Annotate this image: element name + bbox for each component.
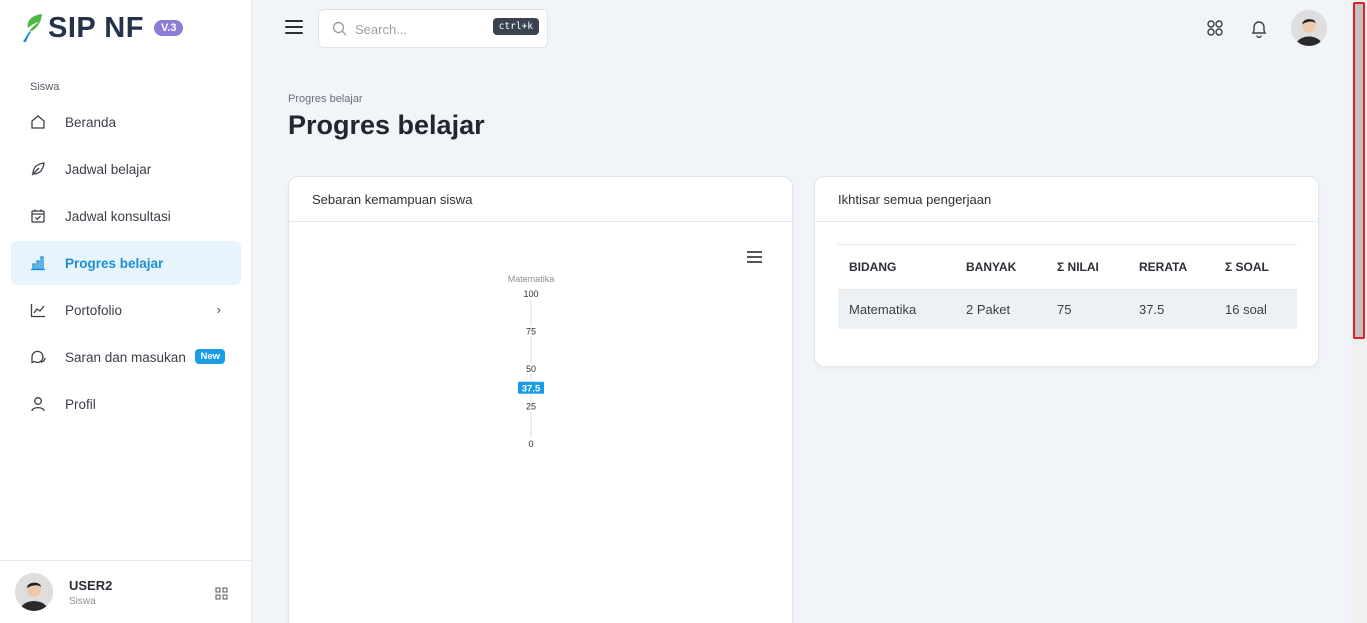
logo-text: SIP NF	[48, 11, 144, 44]
table-header-row: BIDANG BANYAK Σ NILAI RERATA Σ SOAL	[838, 244, 1297, 290]
column-header: BIDANG	[838, 244, 955, 290]
user-name: USER2	[69, 577, 113, 593]
sidebar-item-jadwal-belajar[interactable]: Jadwal belajar	[11, 147, 241, 191]
work-summary-card: Ikhtisar semua pengerjaan BIDANG BANYAK …	[814, 176, 1319, 367]
sidebar: SIP NF V.3 Siswa Beranda Jadwal belajar …	[0, 0, 252, 623]
app-logo[interactable]: SIP NF V.3	[22, 11, 184, 44]
new-badge: New	[195, 349, 225, 364]
sidebar-item-label: Portofolio	[65, 302, 123, 318]
sidebar-user-panel: USER2 Siswa	[0, 560, 252, 623]
search-shortcut-hint: ctrl+k	[492, 18, 539, 35]
sidebar-item-profil[interactable]: Profil	[11, 382, 241, 426]
table-cell: Matematika	[838, 289, 955, 329]
avatar-image	[15, 573, 53, 611]
column-header: Σ NILAI	[1046, 244, 1128, 290]
home-icon	[29, 113, 47, 131]
ability-distribution-card: Sebaran kemampuan siswa Matematika 100 75 5…	[288, 176, 793, 623]
calendar-check-icon	[29, 207, 47, 225]
table-cell: 16 soal	[1214, 289, 1297, 329]
leaf-icon	[29, 160, 47, 178]
sidebar-item-label: Saran dan masukan	[65, 349, 186, 365]
apps-grid-icon[interactable]	[1203, 16, 1227, 40]
tick-label: 100	[523, 289, 538, 299]
page-title: Progres belajar	[288, 110, 485, 140]
card-title: Ikhtisar semua pengerjaan	[815, 177, 1318, 222]
page-scrollbar[interactable]	[1351, 0, 1367, 623]
sidebar-nav: Beranda Jadwal belajar Jadwal konsultasi…	[11, 100, 241, 429]
table-cell: 2 Paket	[955, 289, 1046, 329]
sidebar-item-beranda[interactable]: Beranda	[11, 100, 241, 144]
sidebar-item-portofolio[interactable]: Portofolio ›	[11, 288, 241, 332]
avatar[interactable]	[1291, 10, 1327, 46]
breadcrumb: Progres belajar	[288, 93, 363, 105]
sidebar-item-saran-dan-masukan[interactable]: Saran dan masukan New	[11, 335, 241, 379]
search-icon	[332, 21, 347, 41]
sidebar-item-label: Jadwal konsultasi	[65, 208, 171, 224]
column-header: RERATA	[1128, 244, 1214, 290]
grid-settings-icon[interactable]	[215, 587, 228, 605]
column-header: Σ SOAL	[1214, 244, 1297, 290]
sidebar-item-label: Beranda	[65, 114, 117, 130]
tick-label: 0	[528, 439, 533, 449]
table-row: Matematika 2 Paket 75 37.5 16 soal	[838, 289, 1297, 329]
logo-leaf-icon	[23, 14, 42, 42]
avatar-image	[1291, 10, 1327, 46]
sidebar-section-label: Siswa	[30, 81, 60, 93]
menu-toggle-icon[interactable]	[285, 20, 303, 36]
chevron-right-icon: ›	[216, 302, 221, 317]
topbar-actions	[1203, 10, 1327, 46]
sidebar-item-progres-belajar[interactable]: Progres belajar	[11, 241, 241, 285]
sidebar-item-label: Progres belajar	[65, 255, 164, 271]
avatar[interactable]	[15, 573, 53, 611]
ability-chart: Matematika 100 75 50 25 0 37.5	[508, 274, 555, 449]
user-info: USER2 Siswa	[69, 578, 112, 607]
search-input[interactable]	[355, 19, 485, 39]
tick-label: 25	[526, 402, 536, 412]
bell-icon[interactable]	[1247, 16, 1271, 40]
data-label: 37.5	[522, 383, 541, 394]
card-title: Sebaran kemampuan siswa	[289, 177, 792, 222]
bar-chart-icon	[29, 254, 47, 272]
sidebar-item-jadwal-konsultasi[interactable]: Jadwal konsultasi	[11, 194, 241, 238]
user-icon	[29, 395, 47, 413]
summary-table: BIDANG BANYAK Σ NILAI RERATA Σ SOAL Mate…	[838, 244, 1297, 329]
version-badge: V.3	[153, 20, 184, 36]
tick-label: 75	[526, 327, 536, 337]
chat-icon	[29, 348, 47, 366]
user-role: Siswa	[69, 595, 96, 607]
table-cell: 37.5	[1128, 289, 1214, 329]
scrollbar-thumb[interactable]	[1353, 2, 1365, 339]
sidebar-item-label: Profil	[65, 396, 96, 412]
column-header: BANYAK	[955, 244, 1046, 290]
sidebar-item-label: Jadwal belajar	[65, 161, 152, 177]
tick-label: 50	[526, 364, 536, 374]
search-box[interactable]: ctrl+k	[318, 9, 548, 48]
axis-category-label: Matematika	[508, 274, 555, 284]
line-chart-icon	[29, 301, 47, 319]
table-cell: 75	[1046, 289, 1128, 329]
